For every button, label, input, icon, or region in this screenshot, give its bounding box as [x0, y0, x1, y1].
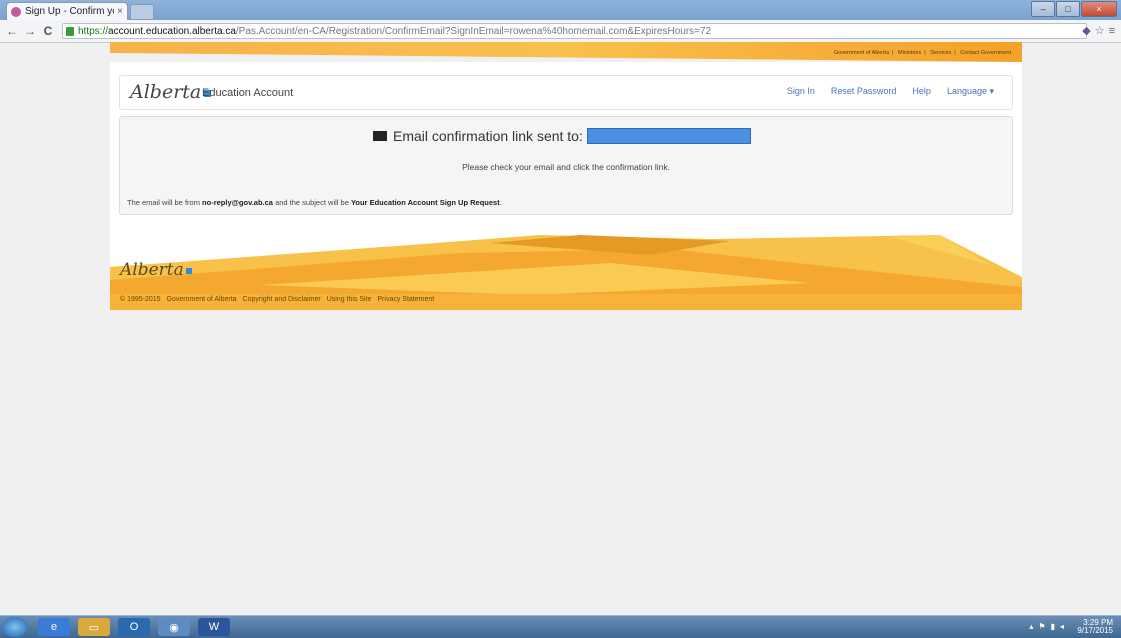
bookmark-star-icon[interactable]: ☆ [1095, 25, 1105, 37]
gov-link-services[interactable]: Services [930, 50, 951, 56]
tab-title: Sign Up - Confirm your e [25, 6, 114, 17]
reload-icon[interactable]: C [42, 24, 54, 38]
footer-link-using-site[interactable]: Using this Site [327, 296, 372, 303]
new-tab-button[interactable] [130, 4, 154, 20]
nav-language[interactable]: Language ▾ [947, 86, 994, 97]
site-footer: Alberta © 1995-2015 Government of Albert… [110, 235, 1022, 310]
logo-text: Alberta [130, 81, 202, 103]
url-path: /Pas.Account/en-CA/Registration/ConfirmE… [235, 25, 712, 37]
system-tray-icons[interactable]: ▴⚑▮◂ [1029, 622, 1069, 631]
footer-link-privacy[interactable]: Privacy Statement [377, 296, 434, 303]
gov-link-contact[interactable]: Contact Government [960, 50, 1011, 56]
footer-logo-square-icon [185, 267, 192, 274]
start-button-icon[interactable] [2, 617, 28, 637]
envelope-icon [373, 131, 387, 141]
nav-help[interactable]: Help [912, 86, 931, 97]
browser-tab[interactable]: Sign Up - Confirm your e × [6, 2, 128, 20]
nav-reset-password[interactable]: Reset Password [831, 86, 897, 97]
note-middle: and the subject will be [272, 198, 351, 207]
url-host: account.education.alberta.ca [108, 25, 236, 37]
brand-name: Education Account [202, 87, 294, 99]
government-links: Government of Alberta | Ministries | Servi… [833, 50, 1011, 56]
email-note: The email will be from no-reply@gov.ab.c… [127, 198, 502, 207]
confirmation-panel: Email confirmation link sent to: Please … [119, 116, 1013, 215]
gov-link-ministries[interactable]: Ministries [898, 50, 921, 56]
word-icon[interactable]: W [198, 618, 230, 636]
site-favicon-icon [11, 6, 21, 17]
forward-icon[interactable]: → [24, 24, 36, 38]
site-header: Alberta Education Account Sign In Reset … [119, 75, 1013, 110]
copyright: © 1995-2015 [120, 296, 161, 303]
page-content: Government of Alberta | Ministries | Servi… [110, 42, 1022, 310]
window-controls: – □ × [1030, 1, 1117, 17]
footer-logo[interactable]: Alberta [120, 260, 192, 280]
browser-tabstrip: Sign Up - Confirm your e × – □ × [0, 0, 1121, 20]
instructions: Please check your email and click the co… [462, 162, 670, 172]
note-end: . [499, 198, 502, 207]
confirmation-heading: Email confirmation link sent to: [373, 128, 751, 144]
toolbar-right-icons: ◆ ☆ ≡ [1078, 24, 1115, 37]
extension-icon[interactable]: ◆ [1082, 25, 1090, 37]
window-minimize-button[interactable]: – [1031, 1, 1055, 17]
redacted-email [586, 128, 751, 144]
menu-icon[interactable]: ≡ [1109, 25, 1115, 37]
clock[interactable]: 3:29 PM 9/17/2015 [1077, 619, 1113, 635]
lock-icon [66, 26, 74, 36]
heading-text: Email confirmation link sent to: [393, 128, 583, 144]
windows-taskbar: e ▭ O ◉ W ▴⚑▮◂ 3:29 PM 9/17/2015 [0, 615, 1121, 638]
nav-sign-in[interactable]: Sign In [787, 86, 815, 97]
window-close-button[interactable]: × [1081, 1, 1117, 17]
chrome-icon[interactable]: ◉ [158, 618, 190, 636]
main-card: Alberta Education Account Sign In Reset … [110, 62, 1022, 235]
note-prefix: The email will be from [127, 198, 203, 207]
footer-link-government[interactable]: Government of Alberta [167, 296, 237, 303]
folder-icon[interactable]: ▭ [78, 618, 110, 636]
back-icon[interactable]: ← [6, 24, 18, 38]
gov-link-government[interactable]: Government of Alberta [834, 50, 889, 56]
outlook-icon[interactable]: O [118, 618, 150, 636]
ie-icon[interactable]: e [38, 618, 70, 636]
note-subject: Your Education Account Sign Up Request [350, 198, 500, 207]
header-nav: Sign In Reset Password Help Language ▾ [787, 86, 994, 97]
browser-toolbar: ← → C https://account.education.alberta.… [0, 20, 1121, 43]
url-scheme: https:// [78, 25, 109, 37]
clock-date: 9/17/2015 [1077, 626, 1113, 635]
address-bar[interactable]: https://account.education.alberta.ca/Pas… [62, 23, 1087, 39]
footer-links: © 1995-2015 Government of Alberta Copyri… [120, 296, 438, 303]
alberta-logo[interactable]: Alberta [130, 81, 212, 103]
tab-close-icon[interactable]: × [117, 6, 123, 17]
footer-link-copyright[interactable]: Copyright and Disclaimer [243, 296, 321, 303]
window-maximize-button[interactable]: □ [1056, 1, 1080, 17]
note-sender: no-reply@gov.ab.ca [202, 198, 273, 207]
footer-logo-text: Alberta [120, 260, 184, 280]
